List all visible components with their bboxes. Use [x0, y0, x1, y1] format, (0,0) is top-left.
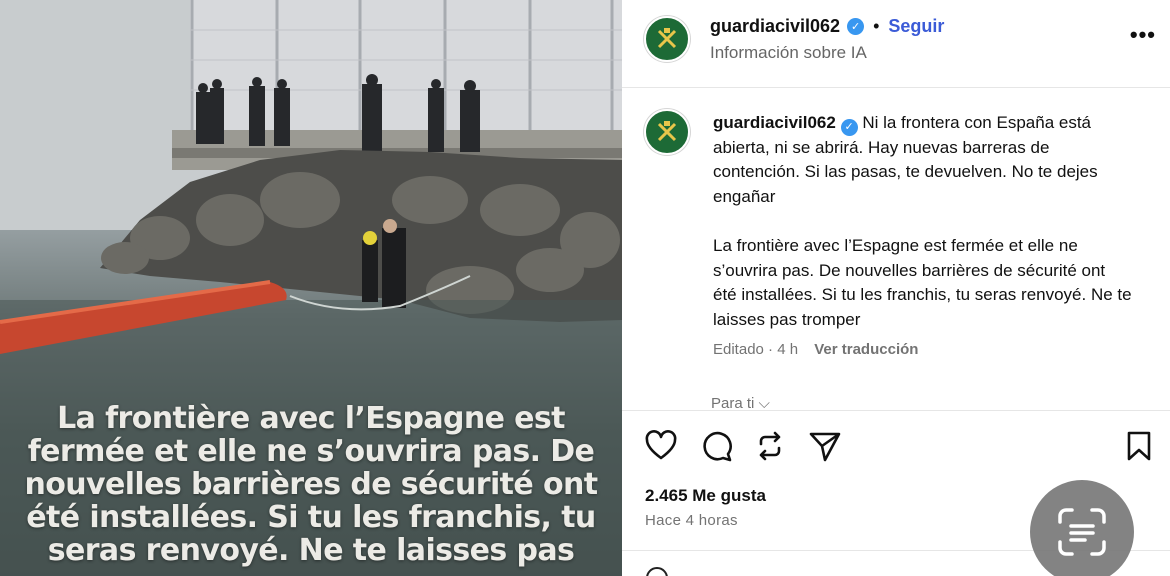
post-header: guardiacivil062 ✓ • Seguir Información s…	[622, 0, 1170, 88]
more-options-icon[interactable]: •••	[1130, 22, 1156, 48]
text-scan-icon	[1058, 508, 1106, 556]
emoji-icon[interactable]	[646, 567, 668, 576]
follow-button[interactable]: Seguir	[888, 16, 944, 37]
header-user-row: guardiacivil062 ✓ • Seguir	[710, 16, 944, 37]
separator-dot: •	[873, 16, 880, 36]
ai-info-link[interactable]: Información sobre IA	[710, 43, 867, 63]
header-username[interactable]: guardiacivil062	[710, 16, 840, 37]
edited-timestamp: Editado · 4 h	[713, 341, 799, 358]
caption-username[interactable]: guardiacivil062	[713, 113, 836, 132]
repost-icon[interactable]	[753, 429, 787, 463]
verified-badge-icon: ✓	[840, 118, 858, 136]
for-you-dropdown[interactable]: Para ti ⌵	[711, 395, 770, 409]
caption-text-fr: La frontière avec l’Espagne est fermée e…	[713, 236, 1132, 329]
post-image[interactable]: La frontière avec l’Espagne est fermée e…	[0, 0, 622, 576]
guardia-civil-emblem-icon	[657, 121, 677, 142]
text-scan-button[interactable]	[1030, 480, 1134, 576]
caption-avatar[interactable]	[644, 109, 690, 155]
comment-icon[interactable]	[699, 429, 733, 463]
caption-meta: Editado · 4 h Ver traducción	[713, 341, 918, 358]
verified-badge-icon: ✓	[847, 18, 865, 35]
guardia-civil-emblem-icon	[657, 28, 677, 49]
caption-area: guardiacivil062 ✓ Ni la frontera con Esp…	[622, 89, 1170, 409]
bookmark-icon[interactable]	[1122, 429, 1156, 463]
post-time: Hace 4 horas	[645, 512, 738, 529]
post-caption: guardiacivil062 ✓ Ni la frontera con Esp…	[713, 111, 1133, 332]
heart-icon[interactable]	[644, 429, 678, 463]
image-overlay-caption: La frontière avec l’Espagne est fermée e…	[24, 401, 599, 568]
see-translation-link[interactable]: Ver traducción	[814, 341, 918, 358]
likes-count[interactable]: 2.465 Me gusta	[645, 486, 766, 506]
send-icon[interactable]	[808, 429, 842, 463]
avatar[interactable]	[644, 16, 690, 62]
